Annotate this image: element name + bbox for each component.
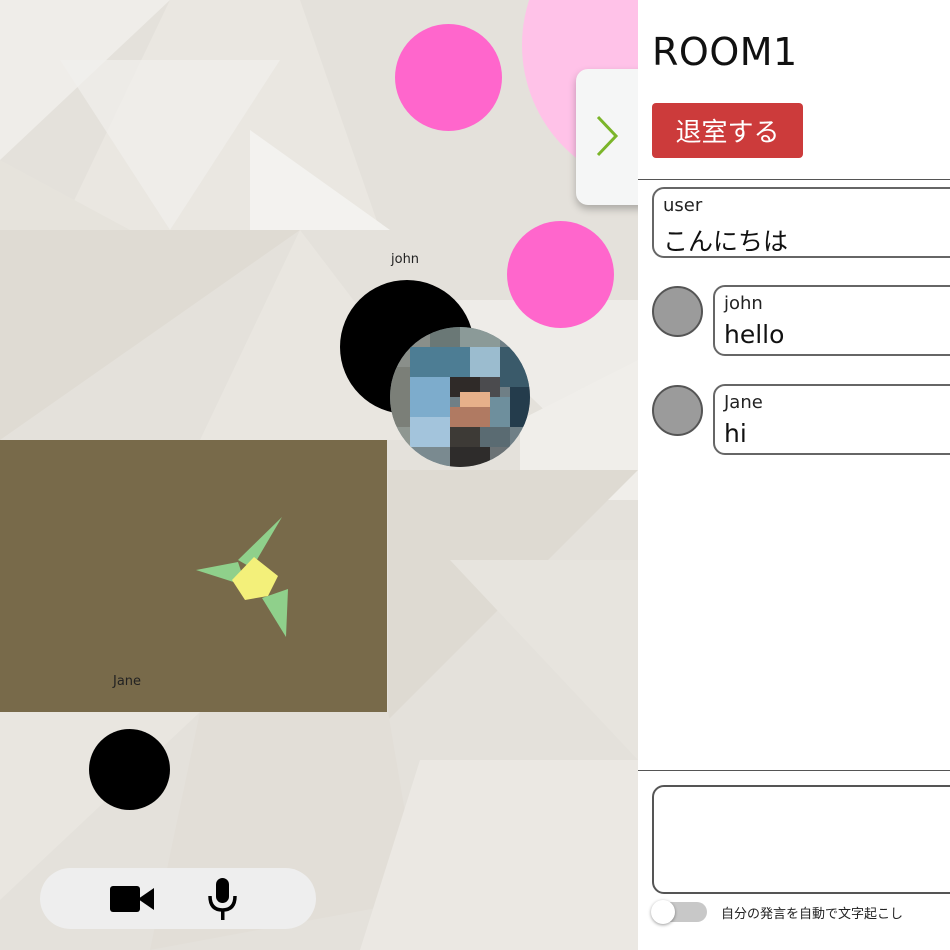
room-title: ROOM1 (652, 30, 798, 74)
toggle-knob (651, 900, 675, 924)
auto-transcribe-toggle[interactable] (651, 900, 707, 924)
shared-screen-area[interactable] (0, 440, 387, 712)
chevron-right-icon (596, 115, 619, 157)
camera-button[interactable] (108, 876, 154, 922)
message-sender: user (663, 195, 703, 216)
microphone-icon (208, 878, 237, 920)
microphone-button[interactable] (200, 876, 246, 922)
room-canvas[interactable]: john Jane (0, 0, 638, 950)
input-divider (638, 770, 950, 771)
message-bubble: user こんにちは (652, 187, 950, 258)
participant-video-avatar[interactable] (390, 327, 530, 467)
message-sender: john (724, 293, 763, 314)
collapse-panel-button[interactable] (576, 69, 638, 205)
header-divider (638, 179, 950, 180)
media-control-bar (40, 868, 316, 929)
message-bubble: Jane hi (713, 384, 950, 455)
remote-participant-circle[interactable] (507, 221, 614, 328)
remote-participant-circle[interactable] (395, 24, 502, 131)
message-bubble: john hello (713, 285, 950, 356)
message-text: hi (724, 419, 747, 448)
chat-panel: ROOM1 退室する user こんにちは john hello Jane hi… (638, 0, 950, 950)
message-input[interactable] (652, 785, 950, 894)
video-camera-icon (110, 886, 154, 912)
pixelated-video-image (390, 327, 530, 467)
leave-room-button[interactable]: 退室する (652, 103, 803, 158)
message-sender: Jane (724, 392, 763, 413)
sender-avatar (652, 286, 703, 337)
auto-transcribe-label: 自分の発言を自動で文字起こし (721, 907, 904, 922)
message-text: こんにちは (663, 227, 789, 256)
message-text: hello (724, 320, 785, 349)
participant-name-jane: Jane (113, 674, 142, 689)
participant-name-john: john (391, 252, 420, 267)
crane-image (196, 517, 288, 637)
sender-avatar (652, 385, 703, 436)
participant-avatar-jane[interactable] (89, 729, 170, 810)
